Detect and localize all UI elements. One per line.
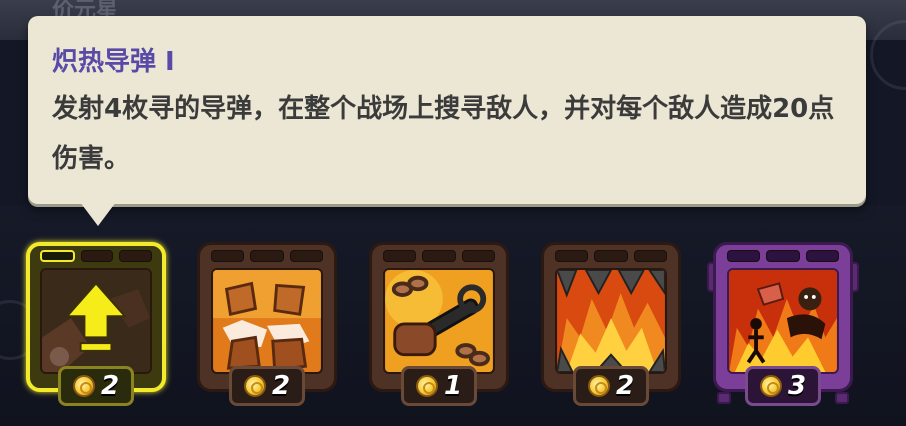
level-slot-3 <box>289 250 323 262</box>
cost-badge: 1 <box>401 366 477 406</box>
level-slot-2 <box>250 250 284 262</box>
level-slot-2 <box>594 250 628 262</box>
cost-badge: 2 <box>229 366 305 406</box>
level-slot-3 <box>119 250 153 262</box>
rock-burst-icon <box>211 268 323 374</box>
cost-value: 2 <box>615 371 635 401</box>
cost-value: 2 <box>100 371 120 401</box>
level-slot-1 <box>211 250 245 262</box>
level-slots <box>727 250 839 262</box>
upgrade-card-3[interactable]: 1 <box>369 242 509 408</box>
level-slot-1 <box>727 250 761 262</box>
coin-icon <box>72 375 95 397</box>
level-slot-1 <box>555 250 589 262</box>
level-slots <box>383 250 495 262</box>
tooltip-title: 炽热导弹 I <box>52 47 175 77</box>
upgrade-card-1[interactable]: 2 <box>26 242 166 408</box>
coin-icon <box>415 375 438 397</box>
ability-tooltip: 炽热导弹 I 发射4枚寻的导弹，在整个战场上搜寻敌人，并对每个敌人造成20点伤害… <box>28 16 866 204</box>
level-slot-1 <box>383 250 417 262</box>
level-slot-3 <box>461 250 495 262</box>
level-slot-2 <box>766 250 800 262</box>
level-slots <box>555 250 667 262</box>
frame-foot-right <box>835 392 849 404</box>
upgrade-card-5[interactable]: 3 <box>707 242 859 408</box>
level-slots <box>40 250 153 262</box>
upgrade-arrow-icon <box>40 268 152 374</box>
tooltip-pointer <box>80 202 116 226</box>
upgrade-card-2[interactable]: 2 <box>197 242 337 408</box>
chain-fist-icon <box>383 268 495 374</box>
level-slot-2 <box>80 250 114 262</box>
cost-value: 2 <box>271 371 291 401</box>
fire-spikes-icon <box>555 268 667 374</box>
cost-value: 1 <box>443 371 463 401</box>
level-slots <box>211 250 323 262</box>
frame-foot-left <box>717 392 731 404</box>
cost-value: 3 <box>787 371 807 401</box>
cost-badge: 2 <box>573 366 649 406</box>
level-slot-3 <box>633 250 667 262</box>
demon-fire-icon <box>727 268 839 374</box>
tooltip-description: 发射4枚寻的导弹，在整个战场上搜寻敌人，并对每个敌人造成20点伤害。 <box>52 94 835 174</box>
coin-icon <box>759 375 782 397</box>
cost-badge: 3 <box>745 366 821 406</box>
cost-badge: 2 <box>58 366 134 406</box>
level-slot-2 <box>422 250 456 262</box>
upgrade-card-4[interactable]: 2 <box>541 242 681 408</box>
coin-icon <box>243 375 266 397</box>
level-slot-1 <box>40 250 75 262</box>
coin-icon <box>587 375 610 397</box>
level-slot-3 <box>805 250 839 262</box>
